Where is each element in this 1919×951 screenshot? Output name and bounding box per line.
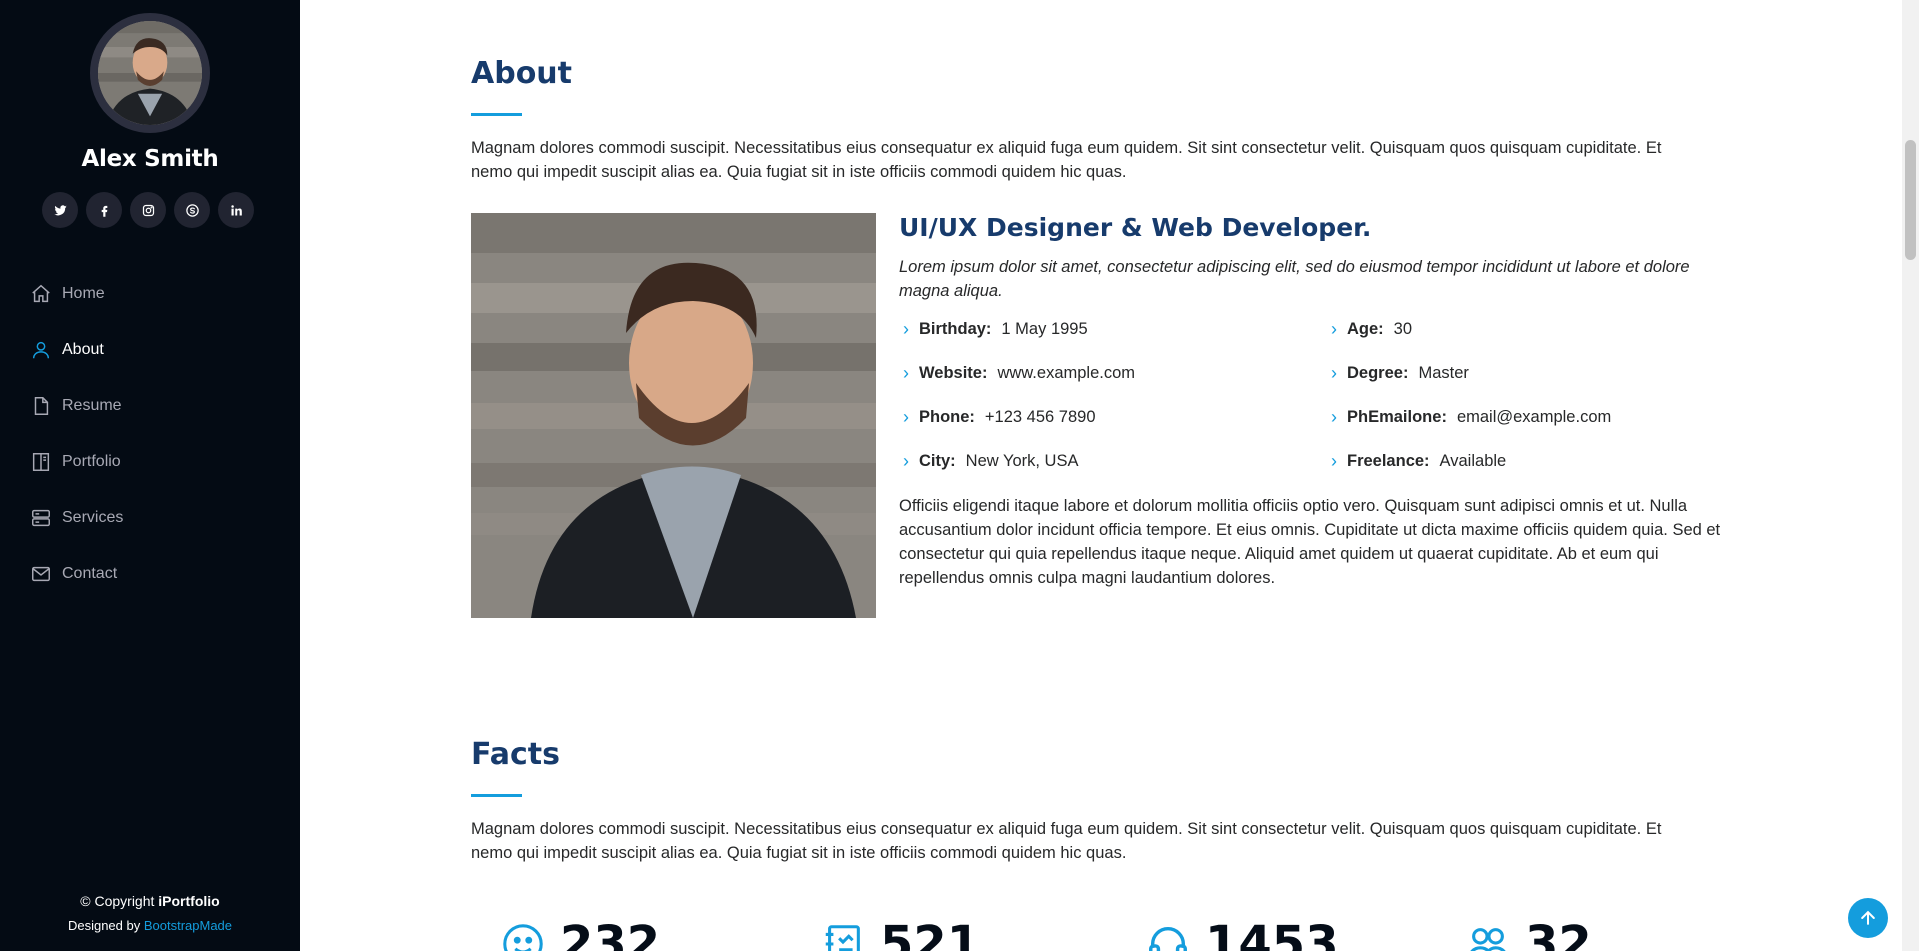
social-links	[42, 192, 254, 228]
fact-counter: 1453	[1145, 916, 1339, 951]
nav-label: Contact	[62, 565, 118, 582]
about-title: About	[471, 56, 573, 91]
about-paragraph: Officiis eligendi itaque labore et dolor…	[899, 497, 1721, 587]
nav-item-about[interactable]: About	[30, 322, 123, 378]
info-degree: › Degree: Master	[1327, 363, 1469, 384]
about-intro: Magnam dolores commodi suscipit. Necessi…	[471, 139, 1662, 181]
info-label: Website:	[919, 364, 988, 382]
info-value: +123 456 7890	[984, 408, 1096, 426]
facts-title: Facts	[471, 737, 560, 772]
chevron-right-icon: ›	[903, 363, 909, 383]
info-value: 30	[1393, 320, 1413, 338]
twitter-icon[interactable]	[42, 192, 78, 228]
nav-label: About	[62, 341, 104, 358]
nav-label: Home	[62, 285, 105, 302]
user-icon	[32, 341, 50, 359]
info-label: City:	[919, 452, 956, 470]
nav-item-contact[interactable]: Contact	[30, 546, 123, 602]
role-intro: Lorem ipsum dolor sit amet, consectetur …	[899, 258, 1690, 300]
info-value: email@example.com	[1456, 408, 1612, 426]
info-freelance: › Freelance: Available	[1327, 451, 1506, 472]
people-icon	[1470, 928, 1506, 951]
credit-prefix: Designed by	[67, 918, 144, 933]
instagram-icon[interactable]	[130, 192, 166, 228]
chevron-right-icon: ›	[903, 319, 909, 339]
nav-label: Resume	[62, 397, 122, 414]
headset-icon	[1149, 927, 1187, 951]
book-icon	[32, 453, 50, 471]
avatar	[90, 13, 210, 133]
credit: Designed by BootstrapMade	[0, 918, 300, 933]
facts-title-underline	[471, 794, 522, 797]
info-age: › Age: 30	[1327, 319, 1412, 340]
chevron-right-icon: ›	[1331, 319, 1337, 339]
back-to-top-button[interactable]	[1848, 898, 1888, 938]
info-value: www.example.com	[997, 364, 1136, 382]
chevron-right-icon: ›	[903, 407, 909, 427]
chevron-right-icon: ›	[1331, 407, 1337, 427]
sidebar: Alex Smith Home About Resume Portfolio S…	[0, 0, 300, 951]
file-icon	[34, 397, 49, 415]
facebook-icon[interactable]	[86, 192, 122, 228]
nav-menu: Home About Resume Portfolio Services Con…	[30, 266, 123, 602]
info-label: Age:	[1347, 320, 1384, 338]
credit-link[interactable]: BootstrapMade	[144, 918, 232, 933]
nav-label: Services	[62, 509, 124, 526]
info-label: Freelance:	[1347, 452, 1430, 470]
profile-photo	[471, 213, 876, 618]
about-title-underline	[471, 113, 522, 116]
scrollbar[interactable]	[1902, 0, 1919, 951]
linkedin-icon[interactable]	[218, 192, 254, 228]
profile-name: Alex Smith	[81, 146, 219, 172]
info-label: PhEmailone:	[1347, 408, 1447, 426]
arrow-up-icon	[1861, 910, 1875, 925]
fact-value: 32	[1525, 916, 1592, 951]
journal-richtext-icon	[825, 925, 860, 951]
scrollbar-thumb[interactable]	[1905, 140, 1916, 260]
facts-intro: Magnam dolores commodi suscipit. Necessi…	[471, 820, 1662, 862]
fact-counter: 521	[820, 916, 980, 951]
fact-counter: 32	[1465, 916, 1592, 951]
info-value: New York, USA	[965, 452, 1079, 470]
nav-item-resume[interactable]: Resume	[30, 378, 123, 434]
info-label: Birthday:	[919, 320, 992, 338]
info-birthday: › Birthday: 1 May 1995	[899, 319, 1088, 340]
emoji-smile-icon	[503, 924, 543, 951]
role-title: UI/UX Designer & Web Developer.	[899, 213, 1372, 242]
chevron-right-icon: ›	[1331, 363, 1337, 383]
info-value: Master	[1418, 364, 1469, 382]
fact-value: 521	[880, 916, 981, 951]
fact-value: 1453	[1205, 916, 1339, 951]
info-phone: › Phone: +123 456 7890	[899, 407, 1096, 428]
info-value: 1 May 1995	[1001, 320, 1088, 338]
info-website: › Website: www.example.com	[899, 363, 1135, 384]
nav-label: Portfolio	[62, 453, 121, 470]
envelope-icon	[32, 566, 50, 582]
nav-item-services[interactable]: Services	[30, 490, 123, 546]
info-label: Degree:	[1347, 364, 1409, 382]
nav-item-portfolio[interactable]: Portfolio	[30, 434, 123, 490]
brand-name: iPortfolio	[158, 893, 220, 909]
chevron-right-icon: ›	[1331, 451, 1337, 471]
home-icon	[32, 284, 50, 303]
skype-icon[interactable]	[174, 192, 210, 228]
chevron-right-icon: ›	[903, 451, 909, 471]
info-email: › PhEmailone: email@example.com	[1327, 407, 1611, 428]
nav-item-home[interactable]: Home	[30, 266, 123, 322]
copyright-prefix: © Copyright	[80, 893, 159, 909]
copyright: © Copyright iPortfolio	[0, 893, 300, 909]
info-label: Phone:	[919, 408, 975, 426]
server-icon	[32, 509, 50, 527]
info-value: Available	[1439, 452, 1507, 470]
fact-counter: 232	[500, 916, 660, 951]
info-city: › City: New York, USA	[899, 451, 1078, 472]
fact-value: 232	[560, 916, 661, 951]
